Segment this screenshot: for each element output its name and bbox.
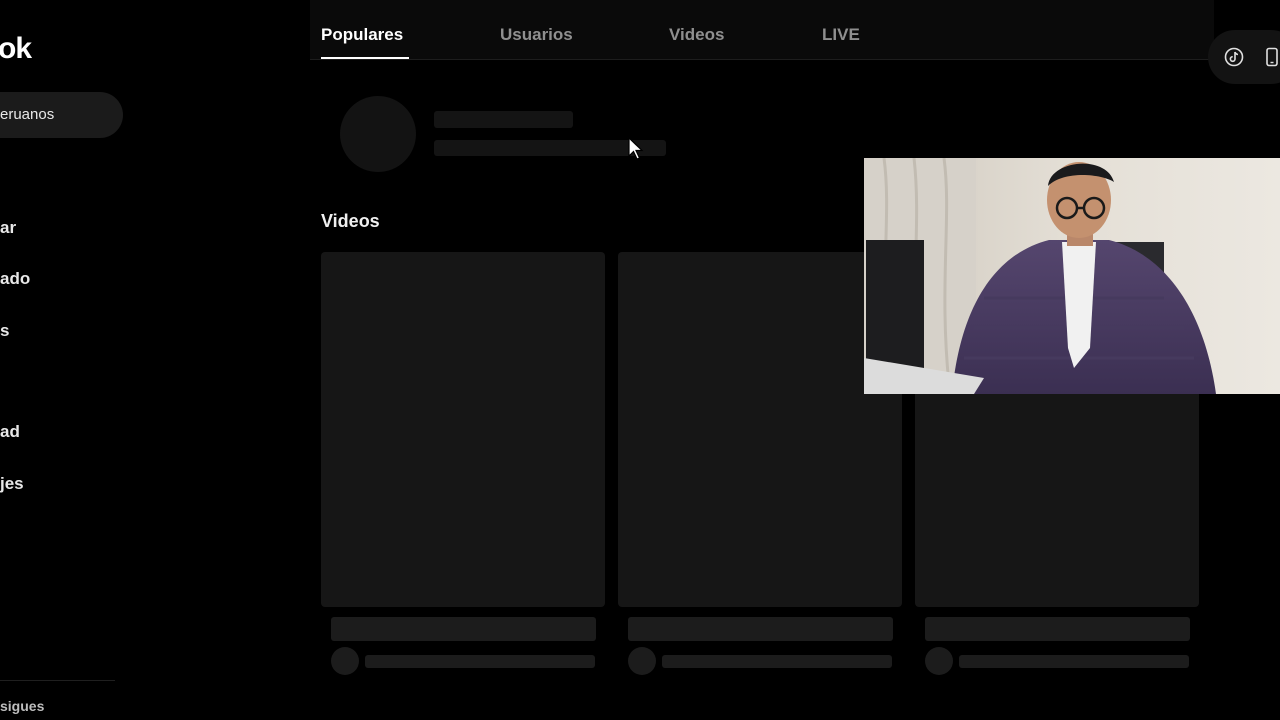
tiktok-logo-icon[interactable] <box>1224 47 1244 67</box>
tab-videos[interactable]: Videos <box>669 25 724 45</box>
video-card-placeholder[interactable] <box>321 252 605 607</box>
tab-populares[interactable]: Populares <box>321 25 403 45</box>
sidebar-following-heading: sigues <box>0 698 45 714</box>
tab-live[interactable]: LIVE <box>822 25 860 45</box>
search-query-chip[interactable]: eruanos <box>0 92 123 138</box>
webcam-overlay <box>864 158 1280 394</box>
mobile-device-icon[interactable] <box>1262 47 1280 67</box>
videos-section-title: Videos <box>321 211 380 231</box>
sidebar: ok eruanos ar ado s ad jes sigues <box>0 0 310 720</box>
search-tabs-bar: Populares Usuarios Videos LIVE <box>310 0 1214 60</box>
active-tab-indicator <box>321 57 409 59</box>
caption-placeholder <box>331 617 596 641</box>
caption-placeholder <box>628 617 893 641</box>
app-actions-pill <box>1208 30 1280 84</box>
sidebar-item-5[interactable]: jes <box>0 474 24 494</box>
video-card-placeholder[interactable] <box>618 252 902 607</box>
sidebar-item-4[interactable]: ad <box>0 422 20 442</box>
tab-usuarios[interactable]: Usuarios <box>500 25 573 45</box>
author-name-placeholder <box>365 655 595 668</box>
mouse-pointer-icon <box>628 137 644 160</box>
username-placeholder <box>434 111 573 128</box>
author-name-placeholder <box>959 655 1189 668</box>
author-name-placeholder <box>662 655 892 668</box>
webcam-presenter-image <box>864 158 1280 394</box>
caption-placeholder <box>925 617 1190 641</box>
sidebar-item-3[interactable]: s <box>0 321 9 341</box>
author-avatar-placeholder <box>628 647 656 675</box>
author-avatar-placeholder <box>331 647 359 675</box>
avatar-placeholder <box>340 96 416 172</box>
author-avatar-placeholder <box>925 647 953 675</box>
sidebar-item-2[interactable]: ado <box>0 269 30 289</box>
sidebar-item-1[interactable]: ar <box>0 218 16 238</box>
sidebar-divider <box>0 680 115 681</box>
app-logo[interactable]: ok <box>0 32 32 66</box>
